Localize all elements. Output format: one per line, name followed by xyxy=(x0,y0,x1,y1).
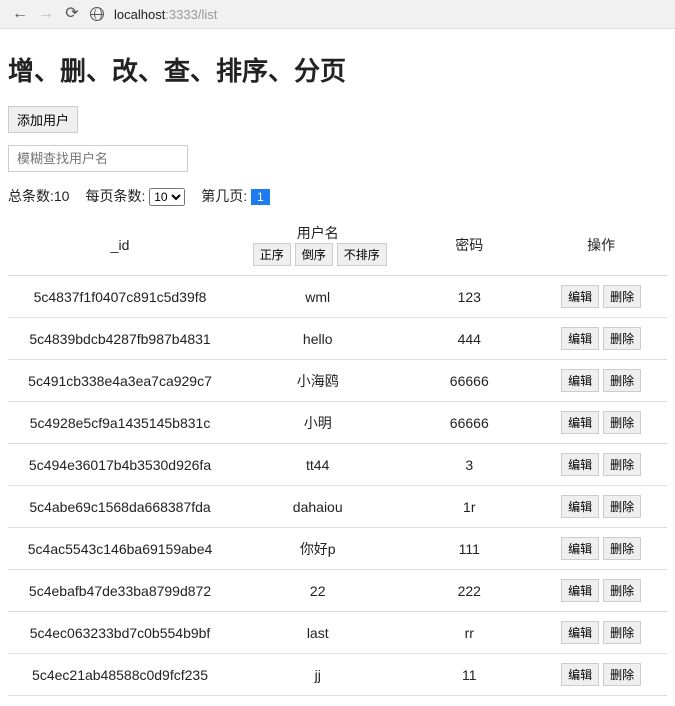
table-row: 5c4ec063233bd7c0b554b9bflastrr 编辑删除 xyxy=(8,612,667,654)
edit-button[interactable]: 编辑 xyxy=(561,537,599,560)
cell-pwd: 66666 xyxy=(403,402,535,444)
delete-button[interactable]: 删除 xyxy=(603,579,641,602)
table-row: 5c4839bdcb4287fb987b4831hello444 编辑删除 xyxy=(8,318,667,360)
table-row: 5c4928e5cf9a1435145b831c小明66666 编辑删除 xyxy=(8,402,667,444)
col-id: _id xyxy=(8,214,232,276)
cell-pwd: 444 xyxy=(403,318,535,360)
table-row: 5c491cb338e4a3ea7ca929c7小海鸥66666 编辑删除 xyxy=(8,360,667,402)
table-row: 5c4ac5543c146ba69159abe4你好p111 编辑删除 xyxy=(8,528,667,570)
per-page-select[interactable]: 10 xyxy=(149,188,185,206)
cell-user: jj xyxy=(232,654,403,696)
sort-none-button[interactable]: 不排序 xyxy=(337,243,387,266)
delete-button[interactable]: 删除 xyxy=(603,621,641,644)
delete-button[interactable]: 删除 xyxy=(603,495,641,518)
col-ops: 操作 xyxy=(535,214,667,276)
table-row: 5c4abe69c1568da668387fdadahaiou1r 编辑删除 xyxy=(8,486,667,528)
page-title: 增、删、改、查、排序、分页 xyxy=(8,51,667,88)
cell-id: 5c4ec063233bd7c0b554b9bf xyxy=(8,612,232,654)
cell-id: 5c494e36017b4b3530d926fa xyxy=(8,444,232,486)
user-table: _id 用户名 正序 倒序 不排序 密码 操作 5c4837f1f0407c89… xyxy=(8,214,667,696)
cell-id: 5c491cb338e4a3ea7ca929c7 xyxy=(8,360,232,402)
cell-id: 5c4837f1f0407c891c5d39f8 xyxy=(8,276,232,318)
browser-toolbar: ← → ⟳ localhost:3333/list xyxy=(0,0,675,29)
cell-user: tt44 xyxy=(232,444,403,486)
total-count: 总条数:10 xyxy=(8,186,69,206)
edit-button[interactable]: 编辑 xyxy=(561,453,599,476)
col-pwd: 密码 xyxy=(403,214,535,276)
edit-button[interactable]: 编辑 xyxy=(561,621,599,644)
cell-pwd: 11 xyxy=(403,654,535,696)
cell-user: hello xyxy=(232,318,403,360)
pager-controls: 总条数:10 每页条数: 10 第几页: 1 xyxy=(8,186,667,206)
search-input[interactable] xyxy=(8,145,188,172)
cell-id: 5c4928e5cf9a1435145b831c xyxy=(8,402,232,444)
cell-pwd: 1r xyxy=(403,486,535,528)
delete-button[interactable]: 删除 xyxy=(603,327,641,350)
reload-icon[interactable]: ⟳ xyxy=(64,6,80,22)
sort-asc-button[interactable]: 正序 xyxy=(253,243,291,266)
delete-button[interactable]: 删除 xyxy=(603,453,641,476)
globe-icon xyxy=(90,7,104,21)
cell-pwd: 123 xyxy=(403,276,535,318)
edit-button[interactable]: 编辑 xyxy=(561,327,599,350)
edit-button[interactable]: 编辑 xyxy=(561,369,599,392)
forward-icon[interactable]: → xyxy=(38,6,54,22)
cell-id: 5c4ebafb47de33ba8799d872 xyxy=(8,570,232,612)
delete-button[interactable]: 删除 xyxy=(603,411,641,434)
cell-id: 5c4abe69c1568da668387fda xyxy=(8,486,232,528)
add-user-button[interactable]: 添加用户 xyxy=(8,106,78,133)
delete-button[interactable]: 删除 xyxy=(603,537,641,560)
cell-user: 22 xyxy=(232,570,403,612)
cell-pwd: 3 xyxy=(403,444,535,486)
delete-button[interactable]: 删除 xyxy=(603,663,641,686)
cell-user: 你好p xyxy=(232,528,403,570)
table-row: 5c4ec21ab48588c0d9fcf235jj11 编辑删除 xyxy=(8,654,667,696)
cell-id: 5c4ac5543c146ba69159abe4 xyxy=(8,528,232,570)
edit-button[interactable]: 编辑 xyxy=(561,285,599,308)
address-bar[interactable]: localhost:3333/list xyxy=(114,7,663,22)
back-icon[interactable]: ← xyxy=(12,6,28,22)
delete-button[interactable]: 删除 xyxy=(603,285,641,308)
delete-button[interactable]: 删除 xyxy=(603,369,641,392)
edit-button[interactable]: 编辑 xyxy=(561,411,599,434)
edit-button[interactable]: 编辑 xyxy=(561,495,599,518)
cell-user: 小明 xyxy=(232,402,403,444)
cell-id: 5c4ec21ab48588c0d9fcf235 xyxy=(8,654,232,696)
cell-user: dahaiou xyxy=(232,486,403,528)
edit-button[interactable]: 编辑 xyxy=(561,579,599,602)
table-row: 5c4ebafb47de33ba8799d87222222编辑删除 xyxy=(8,570,667,612)
table-row: 5c494e36017b4b3530d926fatt443 编辑删除 xyxy=(8,444,667,486)
cell-user: 小海鸥 xyxy=(232,360,403,402)
cell-pwd: 111 xyxy=(403,528,535,570)
page-badge[interactable]: 1 xyxy=(251,189,270,205)
cell-user: wml xyxy=(232,276,403,318)
cell-pwd: 66666 xyxy=(403,360,535,402)
col-user: 用户名 正序 倒序 不排序 xyxy=(232,214,403,276)
page-number: 第几页: 1 xyxy=(201,186,269,206)
table-row: 5c4837f1f0407c891c5d39f8wml123 编辑删除 xyxy=(8,276,667,318)
cell-pwd: 222 xyxy=(403,570,535,612)
cell-id: 5c4839bdcb4287fb987b4831 xyxy=(8,318,232,360)
per-page: 每页条数: 10 xyxy=(85,186,185,206)
edit-button[interactable]: 编辑 xyxy=(561,663,599,686)
cell-user: last xyxy=(232,612,403,654)
sort-desc-button[interactable]: 倒序 xyxy=(295,243,333,266)
cell-pwd: rr xyxy=(403,612,535,654)
